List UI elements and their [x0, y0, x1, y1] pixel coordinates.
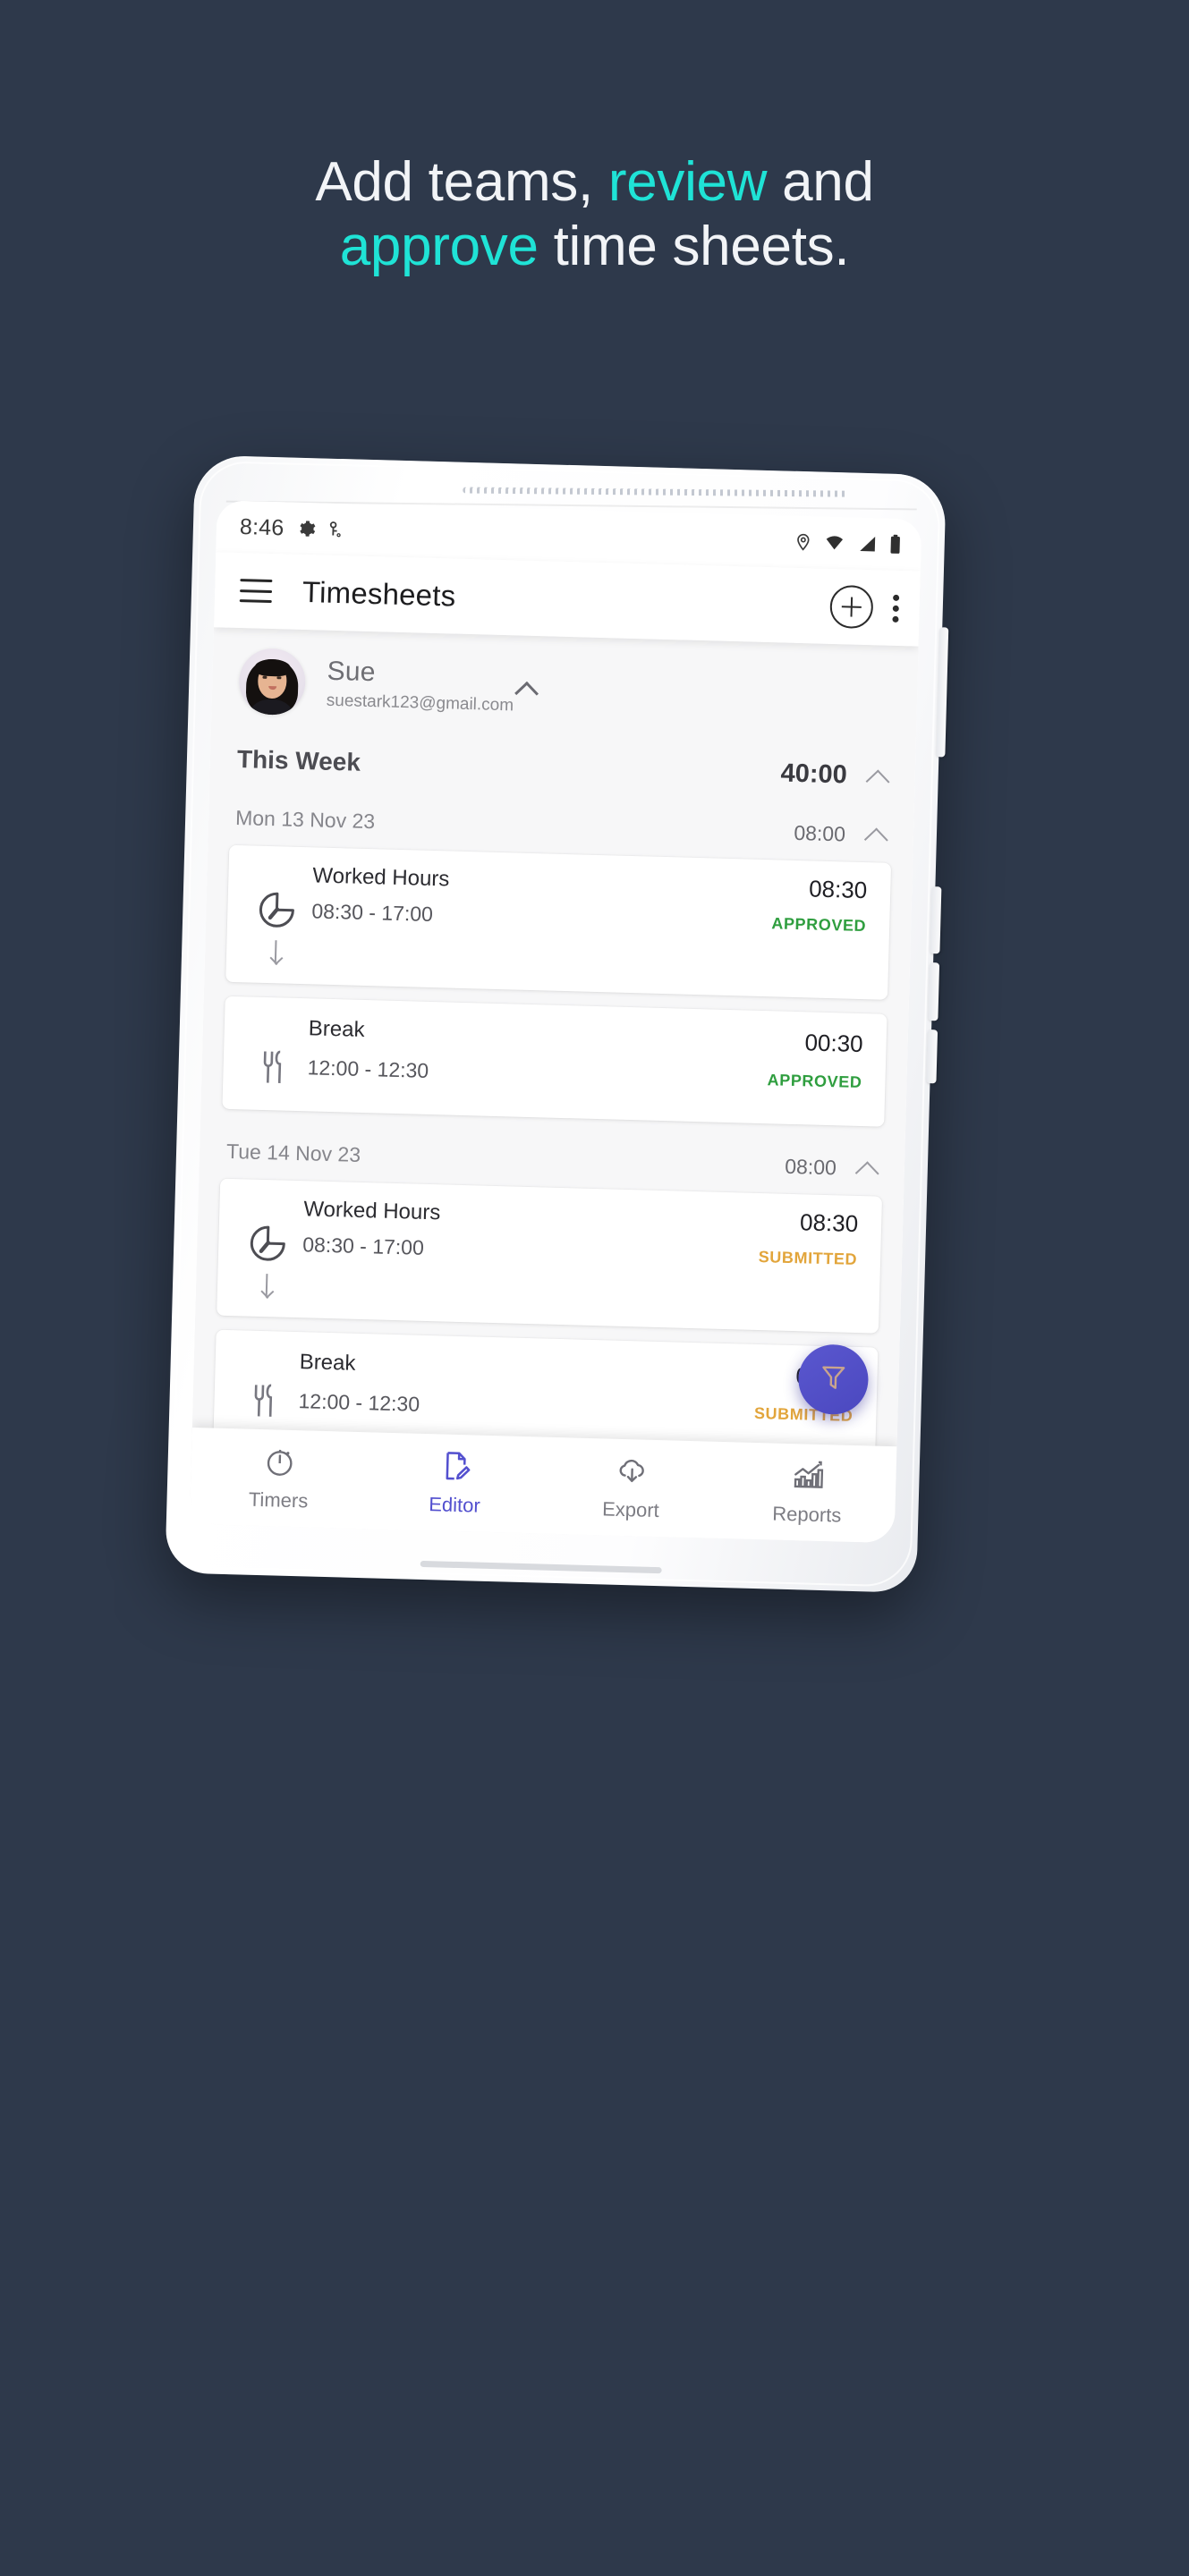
- day-total: 08:00: [784, 1154, 837, 1179]
- nav-item-export[interactable]: Export: [542, 1452, 720, 1524]
- phone-mockup: 8:46 Timesheets Sue suestark123@gmail.co…: [165, 454, 949, 1593]
- arrow-down-icon[interactable]: [246, 930, 306, 968]
- power-button[interactable]: [936, 627, 949, 758]
- battery-icon: [888, 534, 902, 555]
- phone-body: 8:46 Timesheets Sue suestark123@gmail.co…: [165, 454, 949, 1593]
- filter-funnel-icon: [818, 1361, 849, 1397]
- kebab-menu-icon[interactable]: [892, 594, 900, 623]
- page-title: Timesheets: [301, 574, 456, 613]
- timesheet-entry-card[interactable]: Worked Hours 08:30 - 17:00 08:30 SUBMITT…: [217, 1178, 883, 1334]
- nav-label: Reports: [772, 1502, 842, 1527]
- entry-time-range: 08:30 - 17:00: [301, 1232, 425, 1259]
- volume-down-button[interactable]: [928, 962, 940, 1021]
- entry-time-range: 08:30 - 17:00: [311, 898, 434, 926]
- cloud-download-icon: [614, 1453, 649, 1493]
- timesheet-list[interactable]: Sue suestark123@gmail.com This Week 40:0…: [191, 627, 919, 1474]
- chevron-up-icon[interactable]: [864, 763, 892, 793]
- entry-duration: 00:30: [804, 1028, 864, 1057]
- gear-icon: [296, 519, 317, 539]
- gesture-home-bar[interactable]: [420, 1560, 662, 1574]
- stopwatch-icon: [262, 1444, 297, 1483]
- entry-title: Worked Hours: [303, 1196, 441, 1224]
- nav-label: Editor: [428, 1493, 481, 1517]
- headline-text-post: and: [767, 151, 874, 213]
- phone-screen: 8:46 Timesheets Sue suestark123@gmail.co…: [189, 500, 922, 1544]
- week-label: This Week: [236, 744, 361, 776]
- location-pin-icon: [794, 531, 812, 554]
- document-edit-icon: [438, 1448, 473, 1487]
- status-badge: SUBMITTED: [758, 1247, 858, 1268]
- nav-label: Timers: [248, 1487, 309, 1513]
- cutlery-icon: [242, 1046, 302, 1089]
- headline-text-tail: time sheets.: [538, 215, 850, 277]
- chevron-up-icon[interactable]: [854, 1155, 881, 1186]
- promo-screenshot: Add teams, review and approve time sheet…: [0, 0, 1189, 2576]
- earpiece-speaker: [463, 487, 848, 497]
- nav-item-reports[interactable]: Reports: [718, 1456, 896, 1529]
- assistant-button[interactable]: [926, 1030, 938, 1084]
- signal-icon: [856, 534, 879, 555]
- entry-title: Break: [308, 1016, 365, 1042]
- promo-headline-line2: approve time sheets.: [0, 215, 1189, 279]
- user-profile-row[interactable]: Sue suestark123@gmail.com: [210, 627, 919, 750]
- week-total: 40:00: [780, 758, 848, 790]
- promo-headline-line1: Add teams, review and: [0, 150, 1189, 215]
- promo-headline: Add teams, review and approve time sheet…: [0, 150, 1189, 279]
- nav-item-editor[interactable]: Editor: [366, 1446, 544, 1519]
- user-name: Sue: [327, 656, 377, 687]
- nav-item-timers[interactable]: Timers: [190, 1442, 368, 1514]
- clock-icon: [247, 887, 307, 932]
- day-label: Mon 13 Nov 23: [234, 805, 376, 833]
- entry-duration: 08:30: [808, 875, 868, 904]
- avatar: [238, 648, 307, 716]
- entry-time-range: 12:00 - 12:30: [298, 1389, 420, 1416]
- bar-chart-icon: [790, 1458, 825, 1497]
- status-badge: APPROVED: [771, 913, 867, 935]
- day-total: 08:00: [794, 820, 846, 845]
- cutlery-icon: [234, 1379, 293, 1422]
- headline-accent-review: review: [607, 151, 768, 213]
- nav-label: Export: [601, 1497, 660, 1522]
- user-email: suestark123@gmail.com: [326, 691, 514, 715]
- clock-icon: [238, 1221, 298, 1266]
- key-icon: [327, 520, 345, 540]
- timesheet-entry-card[interactable]: Break 12:00 - 12:30 00:30 APPROVED: [222, 996, 888, 1127]
- wifi-icon: [822, 533, 846, 554]
- entry-duration: 08:30: [799, 1208, 859, 1237]
- headline-text-pre: Add teams,: [315, 151, 608, 213]
- timesheet-entry-card[interactable]: Worked Hours 08:30 - 17:00 08:30 APPROVE…: [225, 844, 892, 1000]
- entry-time-range: 12:00 - 12:30: [307, 1055, 429, 1082]
- entry-title: Worked Hours: [312, 862, 450, 891]
- plus-circle-icon[interactable]: [829, 584, 874, 630]
- bottom-navigation: Timers Editor Export Reports: [189, 1427, 897, 1544]
- status-time: 8:46: [239, 513, 285, 540]
- entry-title: Break: [299, 1350, 356, 1376]
- chevron-up-icon[interactable]: [514, 674, 541, 706]
- hamburger-icon[interactable]: [239, 579, 273, 604]
- volume-up-button[interactable]: [930, 886, 942, 954]
- chevron-up-icon[interactable]: [863, 821, 891, 852]
- headline-accent-approve: approve: [339, 215, 539, 277]
- arrow-down-icon[interactable]: [237, 1264, 297, 1301]
- status-badge: APPROVED: [767, 1071, 862, 1092]
- day-label: Tue 14 Nov 23: [225, 1139, 361, 1166]
